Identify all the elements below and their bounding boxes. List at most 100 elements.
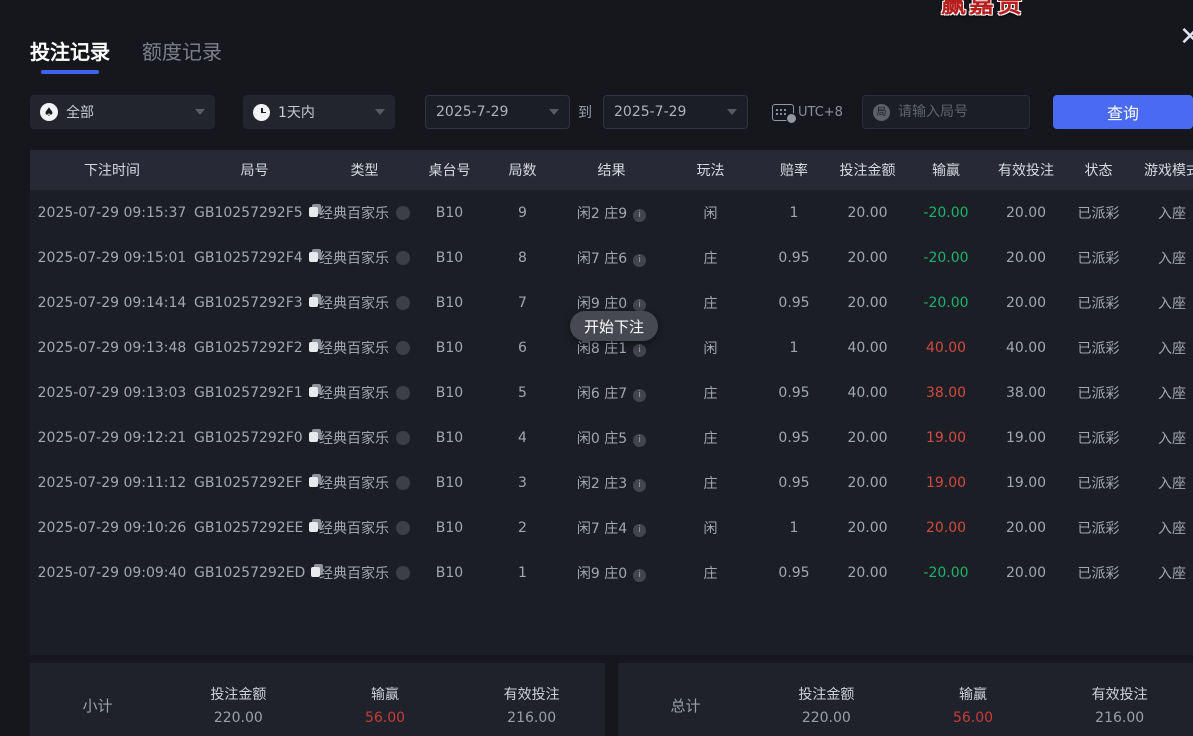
play-cell: 闲 [663,203,758,223]
valid-cell: 19.00 [987,430,1065,446]
copy-icon[interactable] [311,564,323,577]
result-info-icon[interactable]: i [633,569,646,582]
odds-text: 0.95 [778,385,809,401]
winloss-text: -20.00 [923,205,968,221]
valid-cell: 20.00 [987,565,1065,581]
odds-cell: 0.95 [758,475,830,491]
summary-item-label: 有效投注 [1046,684,1193,704]
result-info-icon[interactable]: i [633,299,646,312]
status-cell: 已派彩 [1065,338,1132,358]
subtotal-label: 小计 [30,695,165,716]
type-text: 经典百家乐 [319,521,389,537]
amount-cell: 20.00 [830,565,905,581]
round-text: 5 [518,385,527,401]
round-search-input[interactable] [898,104,1016,120]
game_no-cell: GB10257292F0 [194,429,315,446]
result-info-icon[interactable]: i [633,254,646,267]
records-table: 下注时间局号类型桌台号局数结果玩法赔率投注金额输赢有效投注状态游戏模式 2025… [30,150,1193,655]
mode-cell: 入座 [1132,473,1193,493]
tab-betting-records[interactable]: 投注记录 [30,36,110,74]
result-info-icon[interactable]: i [633,344,646,357]
result-info-icon[interactable]: i [633,434,646,447]
odds-cell: 0.95 [758,385,830,401]
query-button[interactable]: 查询 [1053,95,1193,129]
mode-text: 入座 [1158,566,1186,582]
status-text: 已派彩 [1078,521,1120,537]
type-text: 经典百家乐 [319,251,389,267]
result-cell: 闲0 庄5i [560,428,663,448]
play-cell: 庄 [663,293,758,313]
amount-text: 20.00 [847,475,887,491]
play-text: 庄 [704,386,718,402]
odds-cell: 0.95 [758,565,830,581]
copy-icon[interactable] [309,339,321,352]
copy-icon[interactable] [309,204,321,217]
result-info-icon[interactable]: i [633,524,646,537]
summary-item-value: 56.00 [900,710,1047,726]
game_no-cell: GB10257292F1 [194,384,315,401]
result-text: 闲2 庄9 [577,206,627,222]
status-text: 已派彩 [1078,386,1120,402]
mode-cell: 入座 [1132,383,1193,403]
winloss-cell: 40.00 [905,340,987,356]
summary-item: 有效投注216.00 [1046,684,1193,726]
date-to-select[interactable]: 2025-7-29 [603,95,748,129]
status-text: 已派彩 [1078,341,1120,357]
time-text: 2025-07-29 09:15:37 [38,205,187,221]
type-cell: 经典百家乐 [315,338,414,358]
game_no-cell: GB10257292F4 [194,249,315,266]
amount-cell: 20.00 [830,475,905,491]
play-text: 庄 [704,431,718,447]
copy-icon[interactable] [309,519,321,532]
copy-icon[interactable] [309,429,321,442]
valid-text: 20.00 [1006,250,1046,266]
column-header: 玩法 [663,160,758,180]
winloss-text: -20.00 [923,295,968,311]
close-icon[interactable]: ✕ [1179,24,1193,50]
type-cell: 经典百家乐 [315,518,414,538]
game-type-badge-icon [396,566,410,580]
result-info-icon[interactable]: i [633,389,646,402]
game-type-badge-icon [396,521,410,535]
copy-icon[interactable] [309,384,321,397]
copy-icon[interactable] [309,474,321,487]
time-cell: 2025-07-29 09:15:01 [30,250,194,266]
status-text: 已派彩 [1078,296,1120,312]
round-cell: 8 [485,250,560,266]
mode-cell: 入座 [1132,563,1193,583]
result-info-icon[interactable]: i [633,209,646,222]
time-range-select[interactable]: 1天内 [243,95,395,129]
result-cell: 闲2 庄9 i [560,203,663,223]
type-text: 经典百家乐 [319,296,389,312]
result-text: 闲8 庄1 [577,341,627,357]
play-cell: 闲 [663,518,758,538]
game-type-badge-icon [396,206,410,220]
status-cell: 已派彩 [1065,203,1132,223]
time-text: 2025-07-29 09:15:01 [38,250,187,266]
play-text: 闲 [704,206,718,222]
amount-text: 20.00 [847,520,887,536]
round-text: 6 [518,340,527,356]
type-cell: 经典百家乐 [315,203,414,223]
game_no-cell: GB10257292EE [194,519,315,536]
to-label: 到 [578,102,592,122]
result-cell: 闲7 庄4i [560,518,663,538]
play-text: 闲 [704,341,718,357]
column-header: 赔率 [758,160,830,180]
status-text: 已派彩 [1078,431,1120,447]
copy-icon[interactable] [309,294,321,307]
tab-quota-records[interactable]: 额度记录 [142,36,222,74]
game-type-select[interactable]: ♠ 全部 [30,95,215,129]
result-info-icon[interactable]: i [633,479,646,492]
winloss-cell: -20.00 [905,295,987,311]
valid-text: 20.00 [1006,205,1046,221]
round-text: 7 [518,295,527,311]
game_no-text: GB10257292F2 [194,340,303,356]
table_no-text: B10 [436,250,463,266]
valid-text: 20.00 [1006,565,1046,581]
copy-icon[interactable] [309,249,321,262]
table_no-text: B10 [436,385,463,401]
odds-cell: 1 [758,520,830,536]
table_no-text: B10 [436,340,463,356]
date-from-select[interactable]: 2025-7-29 [425,95,570,129]
